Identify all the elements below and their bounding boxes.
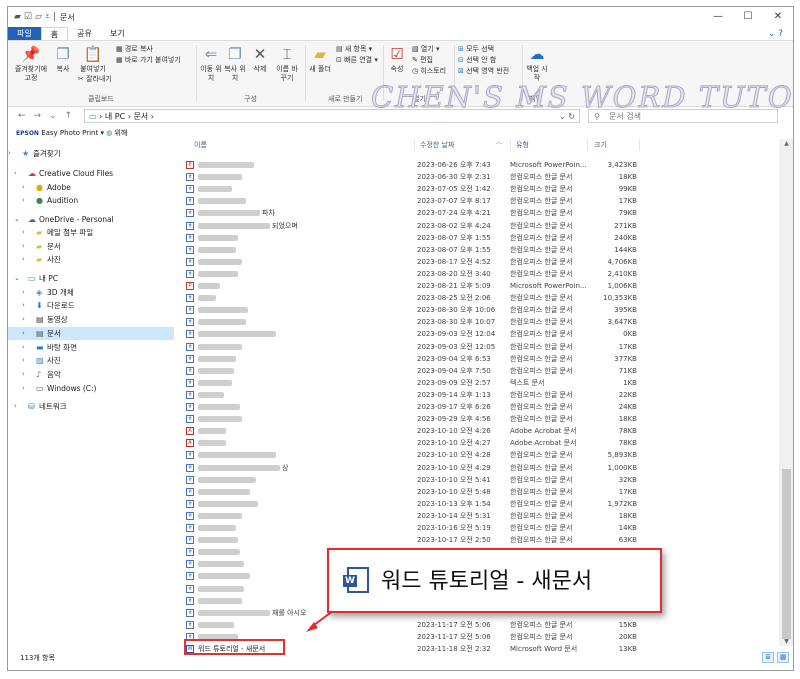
callout-box: W 워드 튜토리얼 - 새문서: [327, 548, 662, 613]
word-icon: W: [343, 567, 369, 593]
callout-text: 워드 튜토리얼 - 새문서: [381, 569, 593, 594]
